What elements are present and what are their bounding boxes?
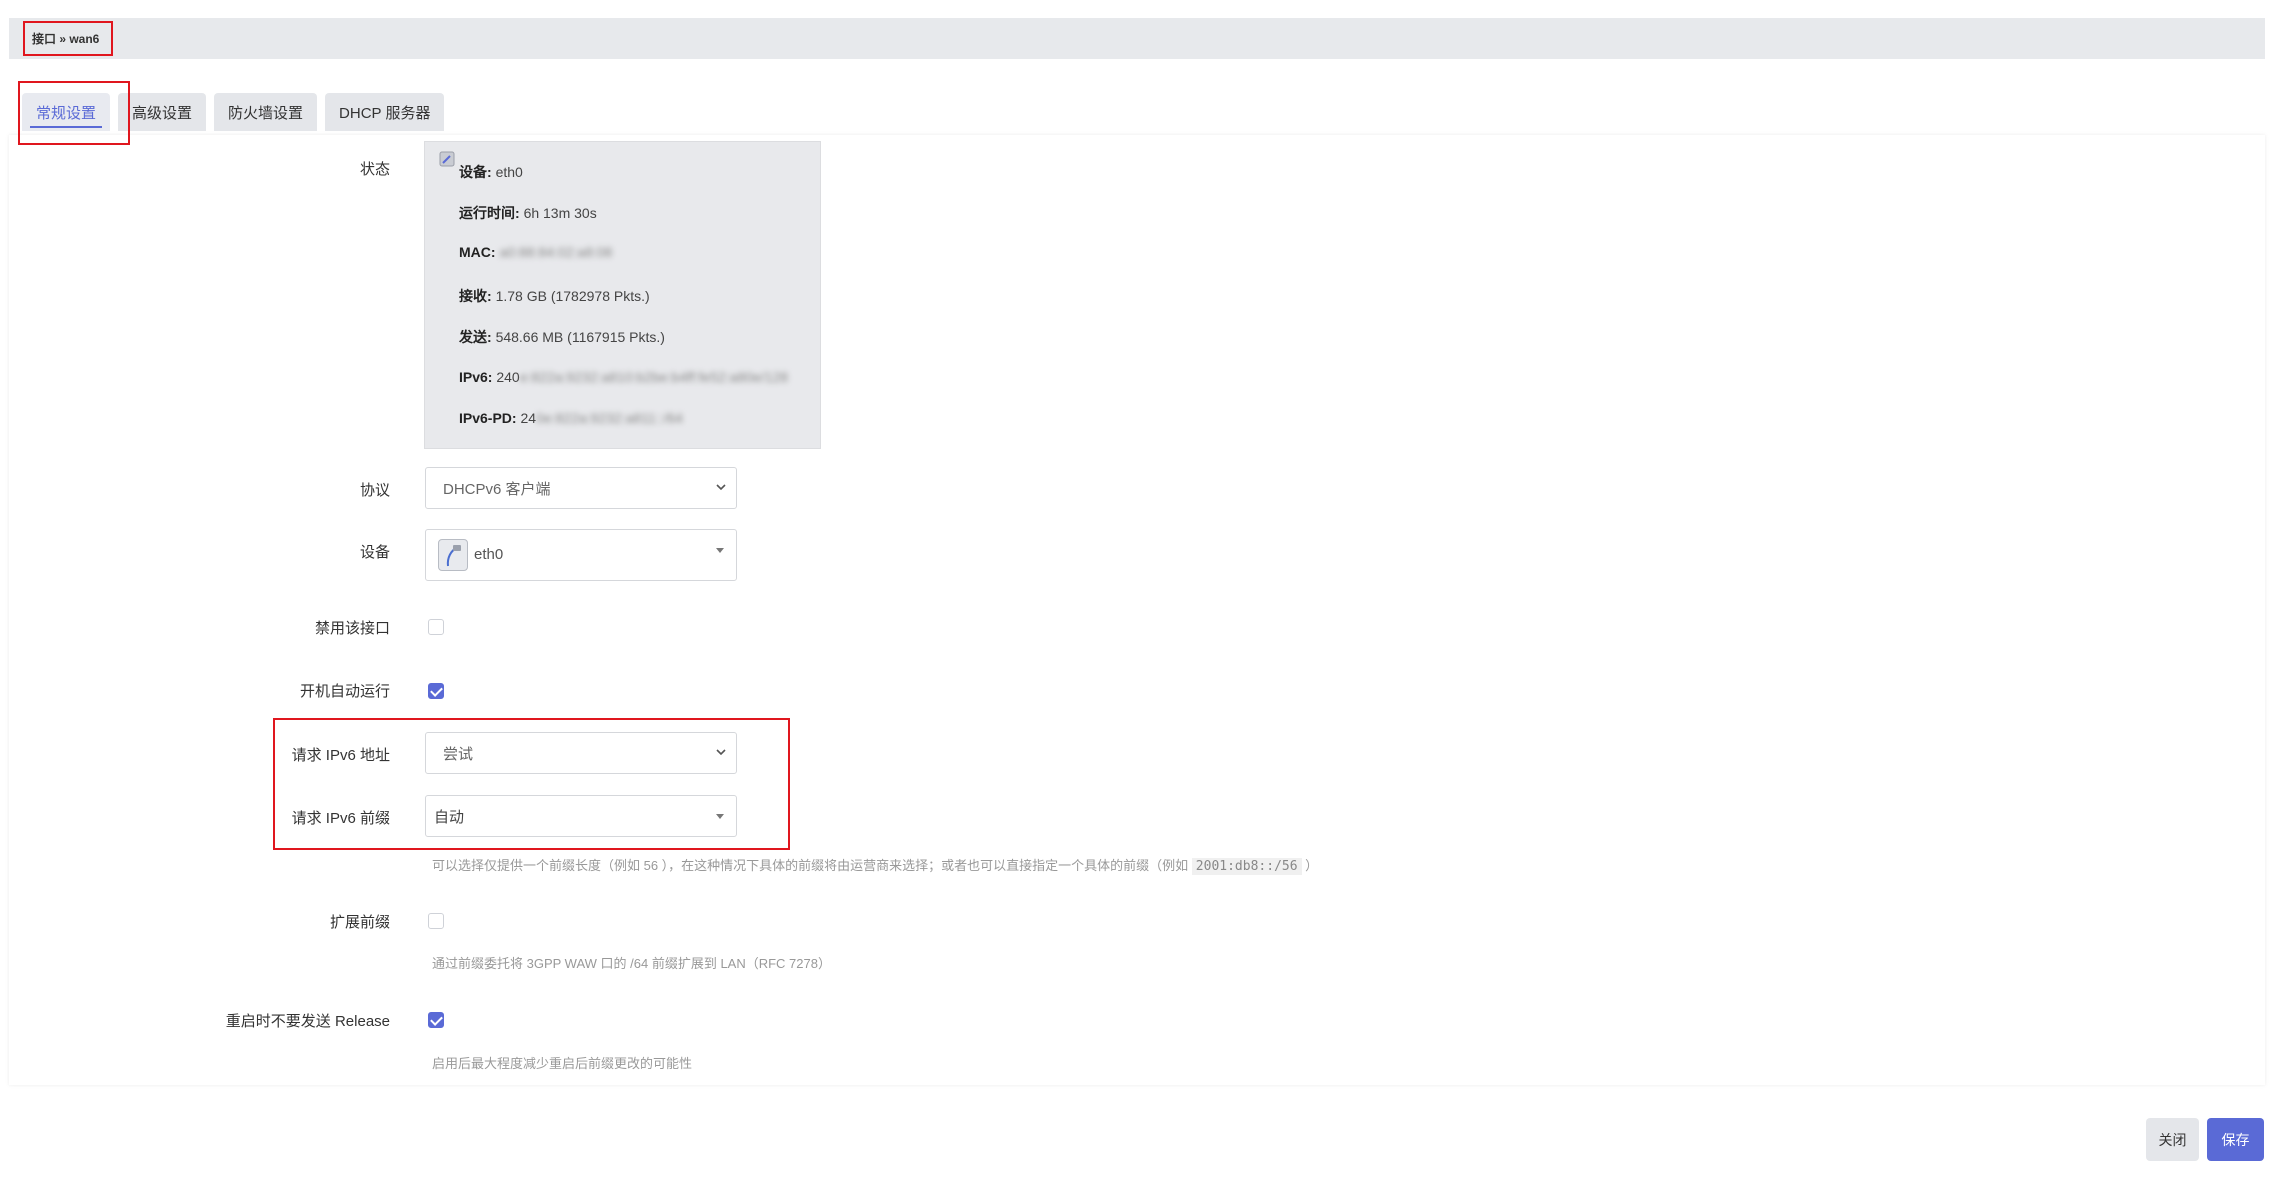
extend-label: 扩展前缀 xyxy=(329,914,390,931)
close-button[interactable]: 关闭 xyxy=(2146,1118,2199,1161)
protocol-select[interactable]: DHCPv6 客户端 xyxy=(425,467,737,509)
autostart-label: 开机自动运行 xyxy=(299,683,390,700)
prefix-hint: 可以选择仅提供一个前缀长度（例如 56 ），在这种情况下具体的前缀将由运营商来选… xyxy=(432,858,1319,875)
status-ipv6-pd: IPv6-PD: 240e:822a:9232:a811::/64 xyxy=(459,410,683,426)
caret-down-icon xyxy=(716,814,724,819)
caret-down-icon xyxy=(716,548,724,553)
norelease-label: 重启时不要发送 Release xyxy=(225,1013,390,1030)
req-prefix-value: 自动 xyxy=(434,808,465,826)
status-uptime: 运行时间: 6h 13m 30s xyxy=(459,205,597,221)
ethernet-port-icon xyxy=(439,151,455,167)
tab-highlight-box xyxy=(18,81,130,145)
extend-checkbox[interactable] xyxy=(428,913,444,929)
req-prefix-label: 请求 IPv6 前缀 xyxy=(291,810,390,827)
autostart-checkbox[interactable] xyxy=(428,683,444,699)
chevron-down-icon xyxy=(716,484,726,491)
status-device: 设备: eth0 xyxy=(459,164,523,180)
top-bar xyxy=(9,18,2265,59)
tab-advanced[interactable]: 高级设置 xyxy=(118,93,207,131)
disable-label: 禁用该接口 xyxy=(314,620,390,637)
protocol-value: DHCPv6 客户端 xyxy=(443,480,551,498)
status-ipv6: IPv6: 240e:822a:9232:a810:b2be:b4ff:fe52… xyxy=(459,369,789,385)
ethernet-port-icon xyxy=(438,539,468,571)
device-select[interactable]: eth0 xyxy=(425,529,737,581)
device-label: 设备 xyxy=(359,544,390,561)
req-addr-value: 尝试 xyxy=(443,745,474,763)
status-label: 状态 xyxy=(359,161,390,178)
req-addr-label: 请求 IPv6 地址 xyxy=(291,747,390,764)
tab-firewall[interactable]: 防火墙设置 xyxy=(214,93,318,131)
chevron-down-icon xyxy=(716,749,726,756)
norelease-hint: 启用后最大程度减少重启后前缀更改的可能性 xyxy=(432,1056,693,1071)
device-value: eth0 xyxy=(474,546,504,563)
tab-dhcp-server[interactable]: DHCP 服务器 xyxy=(325,93,445,131)
status-rx: 接收: 1.78 GB (1782978 Pkts.) xyxy=(459,288,650,304)
status-tx: 发送: 548.66 MB (1167915 Pkts.) xyxy=(459,329,665,345)
status-mac: MAC: a0:88:84:02:a8:08 xyxy=(459,244,613,260)
save-button[interactable]: 保存 xyxy=(2207,1118,2264,1161)
breadcrumb: 接口 » wan6 xyxy=(23,21,113,56)
extend-hint: 通过前缀委托将 3GPP WAW 口的 /64 前缀扩展到 LAN（RFC 72… xyxy=(432,956,831,971)
disable-checkbox[interactable] xyxy=(428,619,444,635)
protocol-label: 协议 xyxy=(359,482,390,499)
req-addr-select[interactable]: 尝试 xyxy=(425,732,737,774)
norelease-checkbox[interactable] xyxy=(428,1012,444,1028)
req-prefix-select[interactable]: 自动 xyxy=(425,795,737,837)
settings-panel xyxy=(9,135,2265,1085)
status-box: 设备: eth0 运行时间: 6h 13m 30s MAC: a0:88:84:… xyxy=(424,141,821,449)
